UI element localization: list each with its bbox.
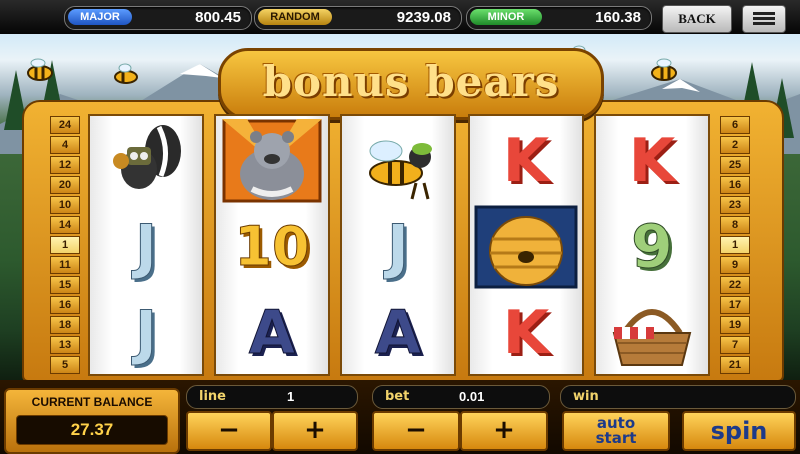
reel-cell [342,118,454,204]
minor-jackpot: MINOR 160.38 [466,6,652,30]
reel-2: 10 A [214,114,330,376]
bet-display: bet 0.01 [372,385,550,409]
reel-cell [596,290,708,376]
bet-plus-button[interactable]: + [460,411,548,451]
payline-badge: 8 [720,216,750,234]
payline-badge: 6 [720,116,750,134]
reel-cell [216,118,328,204]
bet-label: bet [385,389,410,404]
payline-badge: 17 [720,296,750,314]
line-label: line [199,389,226,404]
reel-cell: 9 [596,204,708,290]
payline-badge: 14 [50,216,80,234]
payline-badge: 21 [720,356,750,374]
reel-cell: J [90,204,202,290]
reel-cell: J [342,204,454,290]
payline-badge: 2 [720,136,750,154]
beehive-icon [474,205,578,289]
payline-badge: 11 [50,256,80,274]
payline-badge: 24 [50,116,80,134]
major-jackpot: MAJOR 800.45 [64,6,252,30]
line-plus-button[interactable]: + [272,411,358,451]
reel-cell: A [216,290,328,376]
balance-label: CURRENT BALANCE [31,395,153,409]
bee-icon [651,58,677,81]
reel-3: JA [340,114,456,376]
symbol-J: J [134,298,158,368]
symbol-A: A [374,298,422,368]
payline-badge: 1 [720,236,750,254]
symbol-9: 9 [631,212,674,282]
auto-start-line2: start [595,429,637,447]
reel-cell: A [342,290,454,376]
random-jackpot-value: 9239.08 [396,9,451,26]
payline-badge: 5 [50,356,80,374]
line-value: 1 [287,389,295,404]
game-logo: bonus bears [218,48,604,120]
payline-badge: 16 [720,176,750,194]
line-display: line 1 [186,385,358,409]
balance-box: CURRENT BALANCE 27.37 [4,388,180,454]
payline-badge: 12 [50,156,80,174]
skunk-icon [101,121,191,201]
paylines-right: 6 2 25 16 23 8 1 9 22 17 19 7 21 [720,116,750,376]
payline-badge: 10 [50,196,80,214]
bee-icon [27,58,53,81]
payline-badge: 13 [50,336,80,354]
payline-badge: 4 [50,136,80,154]
reel-cell: 10 [216,204,328,290]
reel-cell [90,118,202,204]
symbol-K: K [502,298,550,368]
win-display: win [560,385,796,409]
reel-4: KK [468,114,584,376]
payline-badge: 19 [720,316,750,334]
symbol-J: J [386,212,410,282]
reel-1: JJ [88,114,204,376]
top-bar: MAJOR 800.45 RANDOM 9239.08 MINOR 160.38… [0,0,800,34]
line-minus-button[interactable]: − [186,411,272,451]
reel-5: K9 [594,114,710,376]
major-jackpot-tag: MAJOR [68,9,132,25]
payline-badge: 15 [50,276,80,294]
spin-button[interactable]: spin [682,411,796,451]
reel-cell [470,204,582,290]
minor-jackpot-tag: MINOR [470,9,542,25]
bear-icon [222,119,322,203]
game-title: bonus bears [262,57,560,106]
random-jackpot: RANDOM 9239.08 [254,6,462,30]
bee-icon [114,63,138,84]
payline-badge: 25 [720,156,750,174]
reel-cell: K [470,118,582,204]
auto-start-button[interactable]: auto start [562,411,670,451]
payline-badge: 9 [720,256,750,274]
bet-value: 0.01 [459,389,485,404]
slot-game-screen: MAJOR 800.45 RANDOM 9239.08 MINOR 160.38… [0,0,800,454]
paylines-left: 24 4 12 20 10 14 1 11 15 16 18 13 5 [50,116,80,376]
major-jackpot-value: 800.45 [195,9,241,26]
balance-value: 27.37 [16,415,168,445]
symbol-K: K [628,126,676,196]
bee-icon [350,121,446,201]
reel-cell: K [596,118,708,204]
payline-badge: 23 [720,196,750,214]
symbol-K: K [502,126,550,196]
random-jackpot-tag: RANDOM [258,9,332,25]
minor-jackpot-value: 160.38 [595,9,641,26]
payline-badge: 20 [50,176,80,194]
back-button[interactable]: BACK [662,5,732,33]
symbol-A: A [248,298,296,368]
win-label: win [573,389,599,404]
payline-badge: 22 [720,276,750,294]
payline-badge: 16 [50,296,80,314]
hamburger-menu-icon[interactable] [742,5,786,33]
symbol-10: 10 [234,215,310,278]
picnic-basket-icon [604,297,700,369]
payline-badge: 1 [50,236,80,254]
payline-badge: 18 [50,316,80,334]
payline-badge: 7 [720,336,750,354]
symbol-J: J [134,212,158,282]
reel-cell: K [470,290,582,376]
reel-cell: J [90,290,202,376]
bet-minus-button[interactable]: − [372,411,460,451]
